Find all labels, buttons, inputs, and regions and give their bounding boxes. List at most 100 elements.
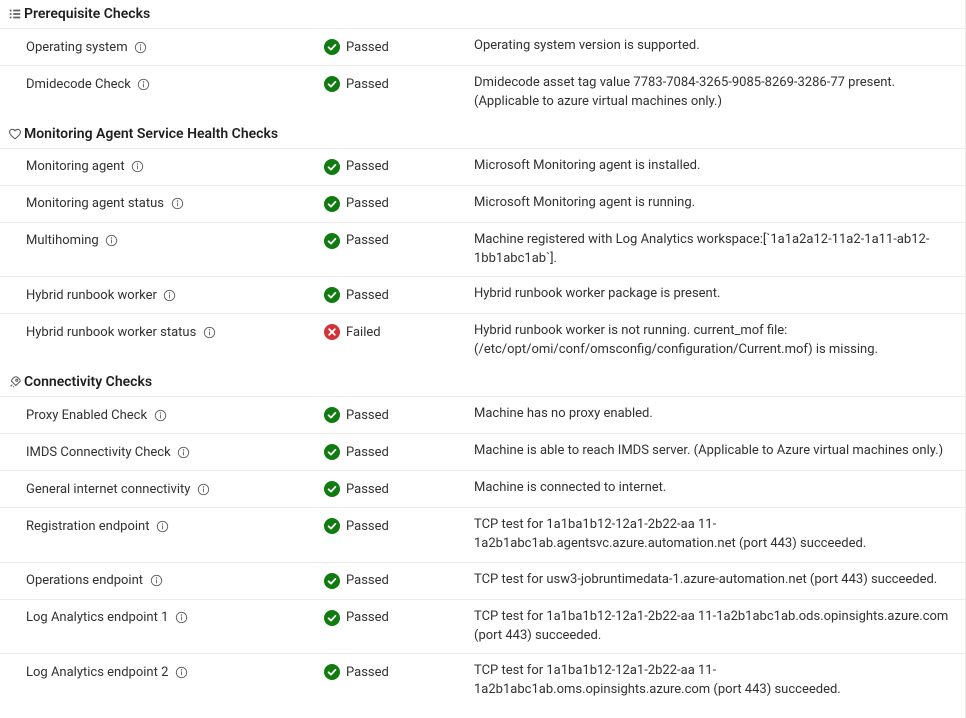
check-name-cell: Log Analytics endpoint 1 — [0, 608, 324, 628]
passed-icon — [324, 444, 340, 460]
passed-icon — [324, 39, 340, 55]
check-row: Monitoring agent Passed Microsoft Monitori… — [0, 148, 965, 185]
passed-icon — [324, 664, 340, 680]
info-icon[interactable] — [149, 574, 163, 588]
check-row: Hybrid runbook worker Passed Hybrid runboo… — [0, 276, 965, 313]
passed-icon — [324, 610, 340, 626]
check-status-cell: Passed — [324, 608, 474, 628]
check-description: TCP test for 1a1ba1b12-12a1-2b22-aa 11-1… — [474, 516, 965, 554]
check-status-cell: Passed — [324, 442, 474, 462]
check-row: Proxy Enabled CheckPassedMachine has no … — [0, 396, 965, 433]
passed-icon — [324, 518, 340, 534]
passed-icon — [324, 76, 340, 92]
info-icon[interactable] — [156, 519, 170, 533]
heart-icon — [6, 127, 24, 141]
check-status-cell: Failed — [324, 322, 474, 342]
check-row: Operating system Passed Operating system v… — [0, 28, 965, 65]
check-name: Proxy Enabled Check — [26, 408, 147, 423]
check-status-cell: Passed — [324, 516, 474, 536]
check-row: Log Analytics endpoint 2PassedTCP test f… — [0, 653, 965, 708]
check-status-text: Passed — [346, 665, 389, 680]
check-status-cell: Passed — [324, 157, 474, 177]
check-name-cell: Multihoming — [0, 231, 324, 251]
check-row: General internet connectivity Passed Machi… — [0, 470, 965, 507]
rocket-icon — [6, 375, 24, 389]
check-status-cell: Passed — [324, 662, 474, 682]
check-status-text: Passed — [346, 159, 389, 174]
check-row: Hybrid runbook worker status FailedHybrid… — [0, 313, 965, 368]
check-description: Machine is connected to internet. — [474, 479, 965, 499]
group-header[interactable]: Connectivity Checks — [0, 368, 965, 396]
failed-icon — [324, 324, 340, 340]
check-name: Multihoming — [26, 233, 99, 248]
check-name-cell: Hybrid runbook worker status — [0, 322, 324, 342]
check-name: Monitoring agent status — [26, 196, 164, 211]
group-title: Connectivity Checks — [24, 374, 152, 390]
check-status-cell: Passed — [324, 194, 474, 214]
info-icon[interactable] — [105, 234, 119, 248]
group-header[interactable]: Monitoring Agent Service Health Checks — [0, 120, 965, 148]
passed-icon — [324, 159, 340, 175]
info-icon[interactable] — [196, 482, 210, 496]
check-name: General internet connectivity — [26, 482, 190, 497]
check-name-cell: IMDS Connectivity Check — [0, 442, 324, 462]
info-icon[interactable] — [163, 288, 177, 302]
passed-icon — [324, 573, 340, 589]
check-name: IMDS Connectivity Check — [26, 445, 171, 460]
info-icon[interactable] — [134, 40, 148, 54]
passed-icon — [324, 481, 340, 497]
info-icon[interactable] — [137, 77, 151, 91]
info-icon[interactable] — [170, 197, 184, 211]
check-description: Operating system version is supported. — [474, 37, 965, 57]
check-status-text: Passed — [346, 573, 389, 588]
check-status-cell: Passed — [324, 479, 474, 499]
check-description: Hybrid runbook worker is not running. cu… — [474, 322, 965, 360]
check-status-text: Passed — [346, 196, 389, 211]
info-icon[interactable] — [153, 408, 167, 422]
check-description: Machine registered with Log Analytics wo… — [474, 231, 965, 269]
check-status-text: Passed — [346, 233, 389, 248]
check-description: Microsoft Monitoring agent is running. — [474, 194, 965, 214]
check-name-cell: Monitoring agent status — [0, 194, 324, 214]
check-status-cell: Passed — [324, 285, 474, 305]
check-status-text: Passed — [346, 40, 389, 55]
check-name-cell: Log Analytics endpoint 2 — [0, 662, 324, 682]
check-name: Hybrid runbook worker status — [26, 325, 196, 340]
check-row: Monitoring agent status Passed Microsoft M… — [0, 185, 965, 222]
info-icon[interactable] — [174, 611, 188, 625]
check-name-cell: Registration endpoint — [0, 516, 324, 536]
check-status-text: Passed — [346, 519, 389, 534]
check-description: Machine has no proxy enabled. — [474, 405, 965, 425]
check-row: Dmidecode Check Passed Dmidecode asset tag… — [0, 65, 965, 120]
group-header[interactable]: Prerequisite Checks — [0, 0, 965, 28]
passed-icon — [324, 287, 340, 303]
check-description: Microsoft Monitoring agent is installed. — [474, 157, 965, 177]
passed-icon — [324, 233, 340, 249]
check-description: Hybrid runbook worker package is present… — [474, 285, 965, 305]
check-status-cell: Passed — [324, 571, 474, 591]
check-name-cell: Hybrid runbook worker — [0, 285, 324, 305]
check-description: Machine is able to reach IMDS server. (A… — [474, 442, 965, 462]
check-status-text: Passed — [346, 288, 389, 303]
check-name-cell: Proxy Enabled Check — [0, 405, 324, 425]
check-status-text: Passed — [346, 445, 389, 460]
check-name: Operating system — [26, 40, 128, 55]
check-name-cell: Monitoring agent — [0, 157, 324, 177]
check-name-cell: Dmidecode Check — [0, 74, 324, 94]
check-status-text: Passed — [346, 77, 389, 92]
check-status-cell: Passed — [324, 231, 474, 251]
group-title: Monitoring Agent Service Health Checks — [24, 126, 278, 142]
info-icon[interactable] — [131, 160, 145, 174]
check-status-cell: Passed — [324, 37, 474, 57]
check-name: Log Analytics endpoint 1 — [26, 610, 168, 625]
check-name: Operations endpoint — [26, 573, 143, 588]
check-description: TCP test for 1a1ba1b12-12a1-2b22-aa 11-1… — [474, 608, 965, 646]
checks-table: Prerequisite Checks Operating system Passe… — [0, 0, 966, 718]
check-description: Dmidecode asset tag value 7783-7084-3265… — [474, 74, 965, 112]
check-name: Log Analytics endpoint 2 — [26, 665, 168, 680]
info-icon[interactable] — [202, 325, 216, 339]
check-status-text: Passed — [346, 482, 389, 497]
info-icon[interactable] — [177, 445, 191, 459]
passed-icon — [324, 407, 340, 423]
check-status-text: Passed — [346, 610, 389, 625]
